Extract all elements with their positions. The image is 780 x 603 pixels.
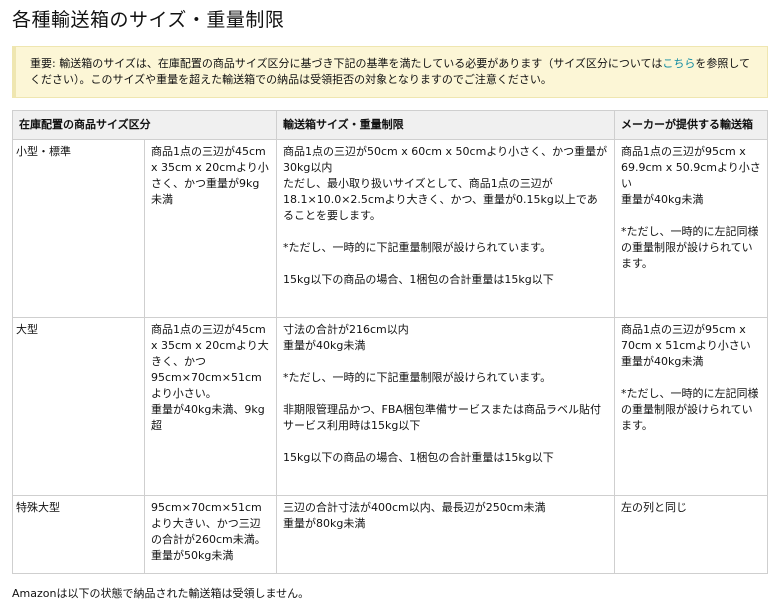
cell-text: 商品1点の三辺が95cm x 69.9cm x 50.9cmより小さい (621, 145, 761, 190)
table-row: 大型 商品1点の三辺が45cm x 35cm x 20cmより大きく、かつ95cm… (12, 317, 768, 496)
product-condition-cell: 95cm×70cm×51cmより大きい、かつ三辺の合計が260cm未満。重量が5… (144, 495, 277, 574)
header-maker-box: メーカーが提供する輸送箱 (614, 110, 768, 140)
cell-text: *ただし、一時的に下記重量制限が設けられています。 (283, 241, 552, 254)
cell-text: 重量が40kg未満、9kg超 (151, 403, 265, 432)
cell-text: 重量が40kg未満 (621, 193, 704, 206)
cell-text: 15kg以下の商品の場合、1梱包の合計重量は15kg以下 (283, 451, 554, 464)
cell-text: 左の列と同じ (621, 501, 687, 514)
cell-text: *ただし、一時的に下記重量制限が設けられています。 (283, 371, 552, 384)
table-row: 小型・標準 商品1点の三辺が45cm x 35cm x 20cmより小さく、かつ重… (12, 139, 768, 318)
cell-text: 15kg以下の商品の場合、1梱包の合計重量は15kg以下 (283, 273, 554, 286)
cell-text: 重量が80kg未満 (283, 517, 366, 530)
cell-text: *ただし、一時的に左記同様の重量制限が設けられています。 (621, 225, 759, 270)
page: 各種輸送箱のサイズ・重量制限 重要: 輸送箱のサイズは、在庫配置の商品サイズ区分… (0, 0, 780, 602)
cell-text: 非期限管理品かつ、FBA梱包準備サービスまたは商品ラベル貼付サービス利用時は15… (283, 403, 601, 432)
table-body: 小型・標準 商品1点の三辺が45cm x 35cm x 20cmより小さく、かつ重… (12, 139, 768, 574)
box-limit-cell: 三辺の合計寸法が400cm以内、最長辺が250cm未満 重量が80kg未満 (276, 495, 615, 574)
size-weight-table: 在庫配置の商品サイズ区分 輸送箱サイズ・重量制限 メーカーが提供する輸送箱 小型… (12, 110, 768, 574)
cell-text: 商品1点の三辺が95cm x 70cm x 51cmより小さい (621, 323, 751, 352)
table-header-row: 在庫配置の商品サイズ区分 輸送箱サイズ・重量制限 メーカーが提供する輸送箱 (12, 110, 768, 140)
cell-text: *ただし、一時的に左記同様の重量制限が設けられています。 (621, 387, 759, 432)
product-condition-cell: 商品1点の三辺が45cm x 35cm x 20cmより大きく、かつ95cm×7… (144, 317, 277, 496)
cell-text: 商品1点の三辺が50cm x 60cm x 50cmより小さく、かつ重量が30k… (283, 145, 608, 174)
size-category-link[interactable]: こちら (662, 57, 695, 70)
header-box-limit: 輸送箱サイズ・重量制限 (276, 110, 615, 140)
cell-text: ただし、最小取り扱いサイズとして、商品1点の三辺が18.1×10.0×2.5cm… (283, 177, 598, 222)
cell-text: 重量が40kg未満 (283, 339, 366, 352)
maker-box-cell: 商品1点の三辺が95cm x 70cm x 51cmより小さい重量が40kg未満… (614, 317, 768, 496)
maker-box-cell: 左の列と同じ (614, 495, 768, 574)
size-category-cell: 特殊大型 (12, 495, 145, 574)
cell-text: 商品1点の三辺が45cm x 35cm x 20cmより小さく、かつ重量が9kg… (151, 145, 269, 206)
cell-text: 95cm×70cm×51cmより大きい、かつ三辺の合計が260cm未満。 (151, 501, 266, 546)
table-row: 特殊大型 95cm×70cm×51cmより大きい、かつ三辺の合計が260cm未満。… (12, 495, 768, 574)
cell-text: 重量が40kg未満 (621, 355, 704, 368)
cell-text: 商品1点の三辺が45cm x 35cm x 20cmより大きく、かつ95cm×7… (151, 323, 269, 400)
cell-text: 寸法の合計が216cm以内 (283, 323, 409, 336)
maker-box-cell: 商品1点の三辺が95cm x 69.9cm x 50.9cmより小さい重量が40… (614, 139, 768, 318)
header-size-category: 在庫配置の商品サイズ区分 (12, 110, 277, 140)
page-title: 各種輸送箱のサイズ・重量制限 (12, 9, 285, 31)
cell-text: 三辺の合計寸法が400cm以内、最長辺が250cm未満 (283, 501, 546, 514)
important-notice: 重要: 輸送箱のサイズは、在庫配置の商品サイズ区分に基づき下記の基準を満たしてい… (12, 46, 768, 98)
notice-text-before: 重要: 輸送箱のサイズは、在庫配置の商品サイズ区分に基づき下記の基準を満たしてい… (30, 57, 663, 70)
size-category-cell: 小型・標準 (12, 139, 145, 318)
box-limit-cell: 寸法の合計が216cm以内 重量が40kg未満 *ただし、一時的に下記重量制限が設け… (276, 317, 615, 496)
product-condition-cell: 商品1点の三辺が45cm x 35cm x 20cmより小さく、かつ重量が9kg… (144, 139, 277, 318)
box-limit-cell: 商品1点の三辺が50cm x 60cm x 50cmより小さく、かつ重量が30k… (276, 139, 615, 318)
cell-text: 重量が50kg未満 (151, 549, 234, 562)
footer-note: Amazonは以下の状態で納品された輸送箱は受領しません。 (12, 587, 310, 600)
size-category-cell: 大型 (12, 317, 145, 496)
